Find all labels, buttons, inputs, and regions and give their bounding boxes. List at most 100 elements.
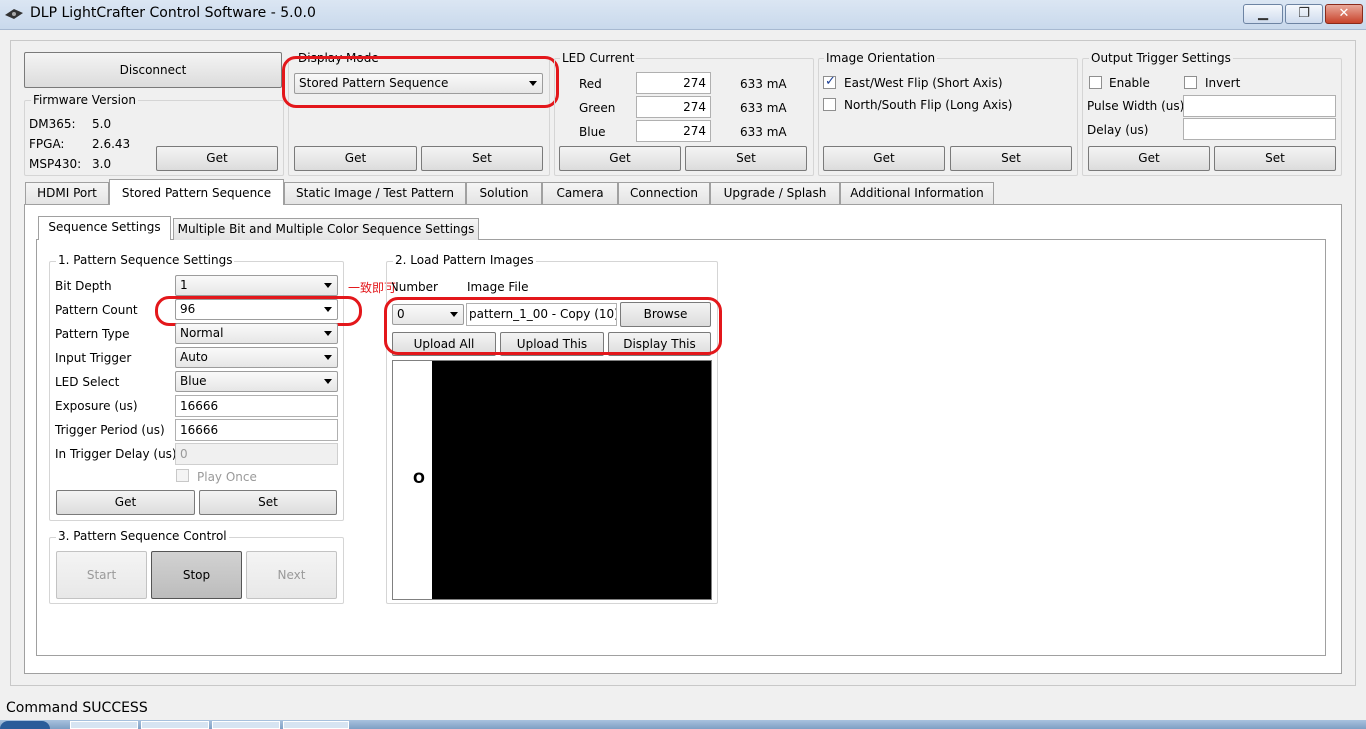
pattern-count-label: Pattern Count xyxy=(55,303,138,317)
output-trigger-title: Output Trigger Settings xyxy=(1089,51,1233,65)
tab-camera[interactable]: Camera xyxy=(542,182,618,204)
tab-additional-information[interactable]: Additional Information xyxy=(840,182,994,204)
pattern-preview xyxy=(392,360,712,600)
next-button[interactable]: Next xyxy=(246,551,337,599)
fpga-value: 2.6.43 xyxy=(92,137,131,151)
led-red-ma: 633 mA xyxy=(740,77,787,91)
tab-stored-pattern-sequence[interactable]: Stored Pattern Sequence xyxy=(109,179,284,205)
bit-depth-select[interactable]: 1 xyxy=(175,275,338,296)
load-images-title: 2. Load Pattern Images xyxy=(393,253,536,267)
trigger-set-button[interactable]: Set xyxy=(1214,146,1336,171)
orientation-get-button[interactable]: Get xyxy=(823,146,945,171)
subtab-sequence-settings[interactable]: Sequence Settings xyxy=(38,216,171,240)
delay-label: Delay (us) xyxy=(1087,123,1149,137)
app-logo-icon xyxy=(5,9,23,19)
trigger-period-input[interactable]: 16666 xyxy=(175,419,338,441)
restore-button[interactable]: ❐ xyxy=(1285,4,1323,24)
msp430-value: 3.0 xyxy=(92,157,112,171)
firmware-get-button[interactable]: Get xyxy=(156,146,278,171)
start-orb[interactable] xyxy=(0,721,50,729)
taskbar-item-4[interactable] xyxy=(283,721,349,729)
invert-label: Invert xyxy=(1205,76,1241,90)
led-red-label: Red xyxy=(579,77,602,91)
dm365-value: 5.0 xyxy=(92,117,112,131)
taskbar-item-explorer[interactable] xyxy=(70,721,138,729)
led-red-input[interactable]: 274 xyxy=(636,72,711,94)
pattern-type-value: Normal xyxy=(180,326,224,340)
led-get-button[interactable]: Get xyxy=(559,146,681,171)
window-title: DLP LightCrafter Control Software - 5.0.… xyxy=(30,5,316,21)
display-mode-get-button[interactable]: Get xyxy=(294,146,417,171)
start-button[interactable]: Start xyxy=(56,551,147,599)
tab-upgrade-splash[interactable]: Upgrade / Splash xyxy=(710,182,840,204)
close-button[interactable]: ✕ xyxy=(1325,4,1363,24)
in-trigger-delay-input: 0 xyxy=(175,443,338,465)
restore-icon: ❐ xyxy=(1298,6,1310,21)
trigger-get-button[interactable]: Get xyxy=(1088,146,1210,171)
subtab-multiple-bit-color[interactable]: Multiple Bit and Multiple Color Sequence… xyxy=(173,218,479,240)
fpga-label: FPGA: xyxy=(29,137,65,151)
chevron-down-icon xyxy=(324,379,332,384)
pulse-width-label: Pulse Width (us) xyxy=(1087,99,1185,113)
pattern-type-label: Pattern Type xyxy=(55,327,130,341)
highlight-display-mode xyxy=(282,56,559,108)
pattern-get-button[interactable]: Get xyxy=(56,490,195,515)
pattern-type-select[interactable]: Normal xyxy=(175,323,338,344)
image-file-header: Image File xyxy=(467,280,529,294)
taskbar-item-3[interactable] xyxy=(212,721,280,729)
sequence-control-title: 3. Pattern Sequence Control xyxy=(56,529,229,543)
msp430-label: MSP430: xyxy=(29,157,82,171)
firmware-title: Firmware Version xyxy=(31,93,138,107)
chevron-down-icon xyxy=(324,331,332,336)
tab-static-image[interactable]: Static Image / Test Pattern xyxy=(284,182,466,204)
display-mode-set-button[interactable]: Set xyxy=(421,146,543,171)
image-orientation-title: Image Orientation xyxy=(824,51,938,65)
led-select-value: Blue xyxy=(180,374,207,388)
status-text: Command SUCCESS xyxy=(6,700,148,716)
input-trigger-value: Auto xyxy=(180,350,208,364)
east-west-label: East/West Flip (Short Axis) xyxy=(844,76,1003,90)
tab-solution[interactable]: Solution xyxy=(466,182,542,204)
led-green-input[interactable]: 274 xyxy=(636,96,711,118)
play-once-label: Play Once xyxy=(197,470,257,484)
chevron-down-icon xyxy=(324,355,332,360)
led-set-button[interactable]: Set xyxy=(685,146,807,171)
led-current-title: LED Current xyxy=(560,51,637,65)
bit-depth-label: Bit Depth xyxy=(55,279,112,293)
orientation-set-button[interactable]: Set xyxy=(950,146,1072,171)
east-west-checkbox[interactable] xyxy=(823,74,836,89)
north-south-checkbox[interactable] xyxy=(823,98,836,111)
stop-button[interactable]: Stop xyxy=(151,551,242,599)
disconnect-button[interactable]: Disconnect xyxy=(24,52,282,88)
chevron-down-icon xyxy=(324,283,332,288)
number-header: Number xyxy=(392,280,438,294)
dm365-label: DM365: xyxy=(29,117,76,131)
input-trigger-select[interactable]: Auto xyxy=(175,347,338,368)
tab-connection[interactable]: Connection xyxy=(618,182,710,204)
input-trigger-label: Input Trigger xyxy=(55,351,132,365)
trigger-period-label: Trigger Period (us) xyxy=(55,423,165,437)
pattern-settings-title: 1. Pattern Sequence Settings xyxy=(56,253,235,267)
taskbar-item-2[interactable] xyxy=(141,721,209,729)
north-south-label: North/South Flip (Long Axis) xyxy=(844,98,1013,112)
invert-checkbox[interactable] xyxy=(1184,76,1197,89)
led-blue-label: Blue xyxy=(579,125,606,139)
enable-checkbox[interactable] xyxy=(1089,76,1102,89)
minimize-button[interactable]: ▁ xyxy=(1243,4,1283,24)
pattern-set-button[interactable]: Set xyxy=(199,490,337,515)
highlight-pattern-count xyxy=(155,296,362,326)
exposure-input[interactable]: 16666 xyxy=(175,395,338,417)
preview-glyph: O xyxy=(413,471,425,487)
led-green-label: Green xyxy=(579,101,616,115)
led-blue-input[interactable]: 274 xyxy=(636,120,711,142)
enable-label: Enable xyxy=(1109,76,1150,90)
delay-input[interactable] xyxy=(1183,118,1336,140)
bit-depth-value: 1 xyxy=(180,278,188,292)
tab-hdmi-port[interactable]: HDMI Port xyxy=(25,182,109,204)
led-select-select[interactable]: Blue xyxy=(175,371,338,392)
highlight-load-images xyxy=(384,297,722,355)
exposure-label: Exposure (us) xyxy=(55,399,138,413)
pulse-width-input[interactable] xyxy=(1183,95,1336,117)
close-icon: ✕ xyxy=(1338,6,1350,21)
play-once-checkbox xyxy=(176,469,189,482)
